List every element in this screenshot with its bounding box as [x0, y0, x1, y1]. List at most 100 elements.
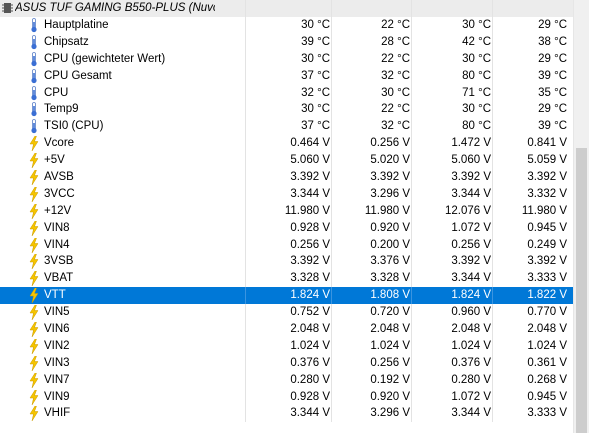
sensor-row[interactable]: VTT 1.824 V 1.808 V 1.824 V 1.822 V [0, 287, 573, 305]
current-value: 39 °C [301, 35, 330, 48]
current-value: 3.328 V [290, 272, 330, 285]
average-value: 0.361 V [527, 356, 567, 369]
current-value: 37 °C [301, 120, 330, 133]
sensor-row[interactable]: VIN8 0.928 V 0.920 V 1.072 V 0.945 V [0, 219, 573, 237]
average-value: 39 °C [538, 120, 567, 133]
thermometer-icon [28, 85, 40, 101]
maximum-value: 0.280 V [451, 373, 491, 386]
sensor-row[interactable]: VBAT 3.328 V 3.328 V 3.344 V 3.333 V [0, 270, 573, 288]
sensor-row[interactable]: VIN6 2.048 V 2.048 V 2.048 V 2.048 V [0, 321, 573, 338]
scrollbar-thumb[interactable] [576, 148, 587, 433]
current-value: 1.024 V [290, 339, 330, 352]
minimum-value: 22 °C [381, 19, 410, 31]
average-value: 3.392 V [527, 255, 567, 268]
sensor-name: CPU (gewichteter Wert) [44, 52, 166, 65]
sensor-row[interactable]: AVSB 3.392 V 3.392 V 3.392 V 3.392 V [0, 169, 573, 186]
sensor-row[interactable]: 3VSB 3.392 V 3.376 V 3.392 V 3.392 V [0, 253, 573, 271]
sensor-name: VIN6 [44, 323, 70, 336]
minimum-value: 1.024 V [370, 339, 410, 352]
sensor-row[interactable]: Chipsatz 39 °C 28 °C 42 °C 38 °C [0, 33, 573, 51]
sensor-row[interactable]: 3VCC 3.344 V 3.296 V 3.344 V 3.332 V [0, 185, 573, 203]
maximum-value: 1.072 V [451, 221, 491, 234]
thermometer-icon [28, 34, 40, 50]
sensor-row[interactable]: +12V 11.980 V 11.980 V 12.076 V 11.980 V [0, 202, 573, 220]
lightning-icon [28, 254, 40, 270]
maximum-value: 1.824 V [451, 289, 491, 302]
vertical-scrollbar[interactable] [573, 0, 589, 433]
lightning-icon [28, 203, 40, 219]
current-value: 0.928 V [290, 390, 330, 403]
lightning-icon [28, 304, 40, 321]
sensor-row[interactable]: CPU 32 °C 30 °C 71 °C 35 °C [0, 84, 573, 102]
sensor-name: Chipsatz [44, 35, 89, 48]
average-value: 1.822 V [527, 289, 567, 302]
average-value: 3.333 V [527, 407, 567, 420]
average-value: 39 °C [538, 69, 567, 82]
sensor-row[interactable]: VIN3 0.376 V 0.256 V 0.376 V 0.361 V [0, 354, 573, 372]
current-value: 3.392 V [290, 171, 330, 184]
minimum-value: 0.920 V [370, 390, 410, 403]
thermometer-icon [28, 102, 40, 117]
sensor-name: +5V [44, 154, 65, 167]
sensor-name: VIN2 [44, 339, 70, 352]
average-value: 29 °C [538, 19, 567, 31]
lightning-icon [28, 169, 40, 186]
lightning-icon [28, 135, 40, 152]
sensor-row[interactable]: CPU Gesamt 37 °C 32 °C 80 °C 39 °C [0, 67, 573, 85]
current-value: 2.048 V [290, 323, 330, 336]
sensor-name: VIN9 [44, 390, 70, 403]
sensor-row[interactable]: VHIF 3.344 V 3.296 V 3.344 V 3.333 V [0, 405, 573, 423]
minimum-value: 2.048 V [370, 323, 410, 336]
minimum-value: 0.200 V [370, 238, 410, 251]
lightning-icon [28, 338, 40, 355]
current-value: 0.464 V [290, 137, 330, 150]
maximum-value: 1.072 V [451, 390, 491, 403]
average-value: 2.048 V [527, 323, 567, 336]
sensor-row[interactable]: Vcore 0.464 V 0.256 V 1.472 V 0.841 V [0, 135, 573, 153]
sensor-row[interactable]: Hauptplatine 30 °C 22 °C 30 °C 29 °C [0, 17, 573, 34]
average-value: 1.024 V [527, 339, 567, 352]
lightning-icon [28, 271, 40, 287]
maximum-value: 12.076 V [444, 204, 491, 217]
lightning-icon [28, 220, 40, 236]
maximum-value: 80 °C [462, 69, 491, 82]
average-value: 0.770 V [527, 306, 567, 319]
sensor-row[interactable]: VIN5 0.752 V 0.720 V 0.960 V 0.770 V [0, 304, 573, 322]
maximum-value: 30 °C [462, 19, 491, 31]
sensor-row[interactable]: VIN7 0.280 V 0.192 V 0.280 V 0.268 V [0, 371, 573, 389]
sensor-row[interactable]: Temp9 30 °C 22 °C 30 °C 29 °C [0, 101, 573, 119]
sensor-row[interactable]: +5V 5.060 V 5.020 V 5.060 V 5.059 V [0, 152, 573, 170]
current-value: 30 °C [301, 103, 330, 116]
sensor-row[interactable]: CPU (gewichteter Wert) 30 °C 22 °C 30 °C 29 … [0, 50, 573, 68]
minimum-value: 3.376 V [370, 255, 410, 268]
maximum-value: 42 °C [462, 35, 491, 48]
sensor-name: VIN3 [44, 356, 70, 369]
current-value: 3.344 V [290, 187, 330, 200]
sensor-row[interactable]: VIN9 0.928 V 0.920 V 1.072 V 0.945 V [0, 388, 573, 406]
sensor-name: VHIF [44, 407, 71, 420]
sensor-row[interactable]: VIN4 0.256 V 0.200 V 0.256 V 0.249 V [0, 236, 573, 254]
current-value: 30 °C [301, 19, 330, 31]
lightning-icon [28, 288, 40, 304]
lightning-icon [28, 372, 40, 388]
sensor-row[interactable]: VIN2 1.024 V 1.024 V 1.024 V 1.024 V [0, 337, 573, 355]
maximum-value: 3.392 V [451, 255, 491, 268]
average-value: 0.249 V [527, 238, 567, 251]
lightning-icon [28, 152, 40, 169]
sensor-name: VTT [44, 289, 66, 302]
average-value: 11.980 V [521, 204, 567, 217]
device-header-row[interactable]: ASUS TUF GAMING B550-PLUS (Nuvoton... [0, 0, 573, 17]
lightning-icon [28, 406, 40, 422]
maximum-value: 2.048 V [451, 323, 491, 336]
current-value: 0.928 V [290, 221, 330, 234]
minimum-value: 3.328 V [370, 272, 410, 285]
average-value: 29 °C [538, 52, 567, 65]
average-value: 0.945 V [527, 221, 567, 234]
sensor-name: +12V [44, 204, 72, 217]
sensor-name: TSI0 (CPU) [44, 120, 104, 133]
sensor-row[interactable]: TSI0 (CPU) 37 °C 32 °C 80 °C 39 °C [0, 118, 573, 136]
maximum-value: 3.344 V [451, 272, 491, 285]
minimum-value: 32 °C [381, 69, 410, 82]
maximum-value: 71 °C [462, 86, 491, 99]
thermometer-icon [28, 68, 40, 84]
